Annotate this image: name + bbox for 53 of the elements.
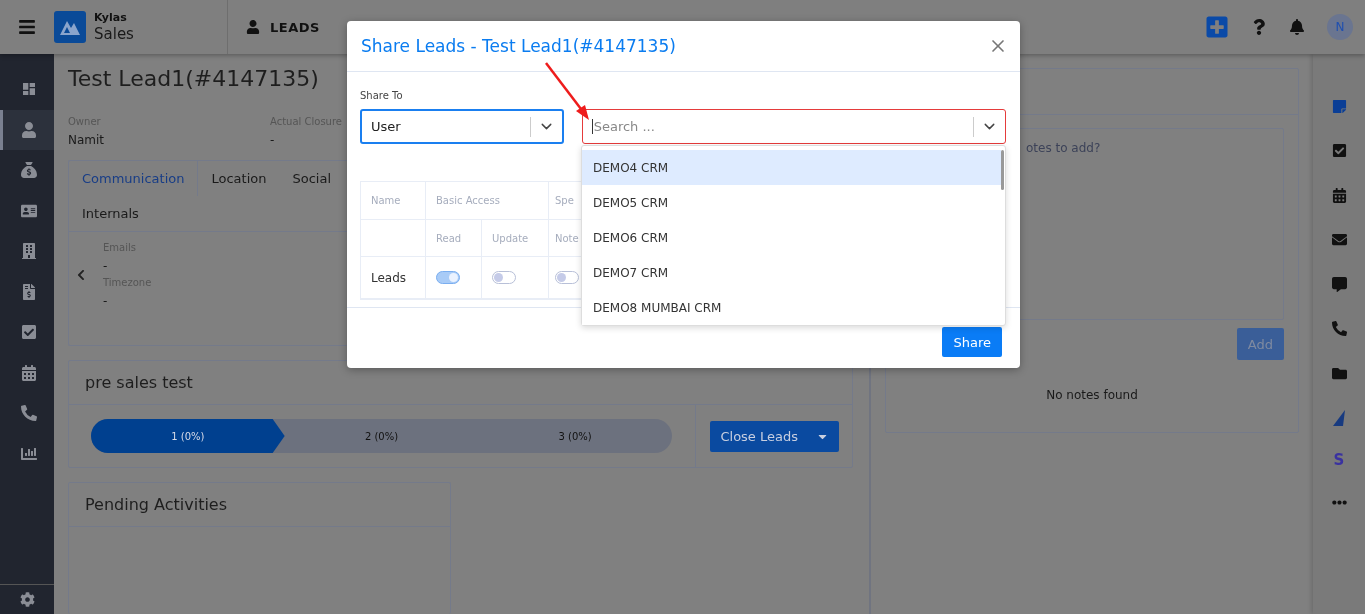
tab[interactable]: Social [279, 161, 344, 196]
toggle-switch[interactable] [436, 271, 460, 284]
notification-icon[interactable] [1289, 19, 1305, 35]
sidebar-item[interactable] [0, 109, 54, 150]
search-field[interactable]: Search ... [581, 109, 1006, 144]
pipeline-title: pre sales test [85, 373, 193, 392]
pointer-arrow [545, 62, 589, 120]
help-icon[interactable] [1251, 19, 1267, 35]
share-button[interactable]: Share [942, 327, 1002, 357]
dropdown-option[interactable]: DEMO8 MUMBAI CRM [582, 290, 1001, 325]
invoice-icon [20, 283, 37, 300]
app-letter[interactable]: S [1333, 440, 1345, 480]
logo-icon [54, 11, 86, 43]
tab[interactable]: Internals [69, 196, 152, 231]
money-bag-icon [20, 162, 37, 179]
pipeline-stage[interactable]: 1 (0%) [91, 419, 285, 453]
checkbox-icon [20, 324, 37, 341]
tab[interactable]: Location [198, 161, 280, 196]
toggle-switch[interactable] [492, 271, 516, 284]
dialog-title: Share Leads - Test Lead1(#4147135) [361, 36, 676, 56]
product-name: Sales [94, 24, 134, 44]
field-value: - [103, 259, 108, 273]
bar-chart-icon [20, 445, 37, 462]
field-value: - [103, 294, 108, 308]
module-title: LEADS [270, 19, 320, 35]
pipeline-stage[interactable]: 3 (0%) [478, 419, 672, 453]
table-header: Update [482, 220, 549, 257]
lead-title: Test Lead1(#4147135) [68, 66, 319, 93]
field-value: - [270, 133, 275, 147]
field-value: Namit [68, 133, 105, 147]
dashboard-icon [20, 81, 37, 98]
tab[interactable]: Communication [69, 161, 199, 196]
activities-title: Pending Activities [85, 495, 228, 514]
notes-placeholder: otes to add? [1026, 141, 1101, 155]
table-header: Name [361, 182, 426, 220]
contact-card-icon [20, 202, 37, 219]
table-cell: Leads [361, 257, 426, 299]
table-header: Read [426, 220, 482, 257]
toggle-switch[interactable] [555, 271, 579, 284]
close-leads-button[interactable]: Close Leads [710, 420, 839, 452]
phone-icon [20, 405, 37, 422]
table-header: Basic Access [426, 182, 549, 220]
person-icon [20, 121, 37, 138]
calendar-icon [20, 364, 37, 381]
dropdown-option[interactable]: DEMO4 CRM [582, 150, 1001, 185]
chevron-left-icon[interactable] [75, 269, 87, 281]
app-name: Kylas [94, 10, 127, 25]
pipeline-stage[interactable]: 2 (0%) [284, 419, 479, 453]
empty-message: No notes found [1046, 388, 1138, 402]
field-label: Share To [360, 90, 403, 101]
person-icon [246, 20, 260, 34]
building-icon [20, 243, 37, 260]
share-to-select[interactable]: User [360, 109, 564, 144]
